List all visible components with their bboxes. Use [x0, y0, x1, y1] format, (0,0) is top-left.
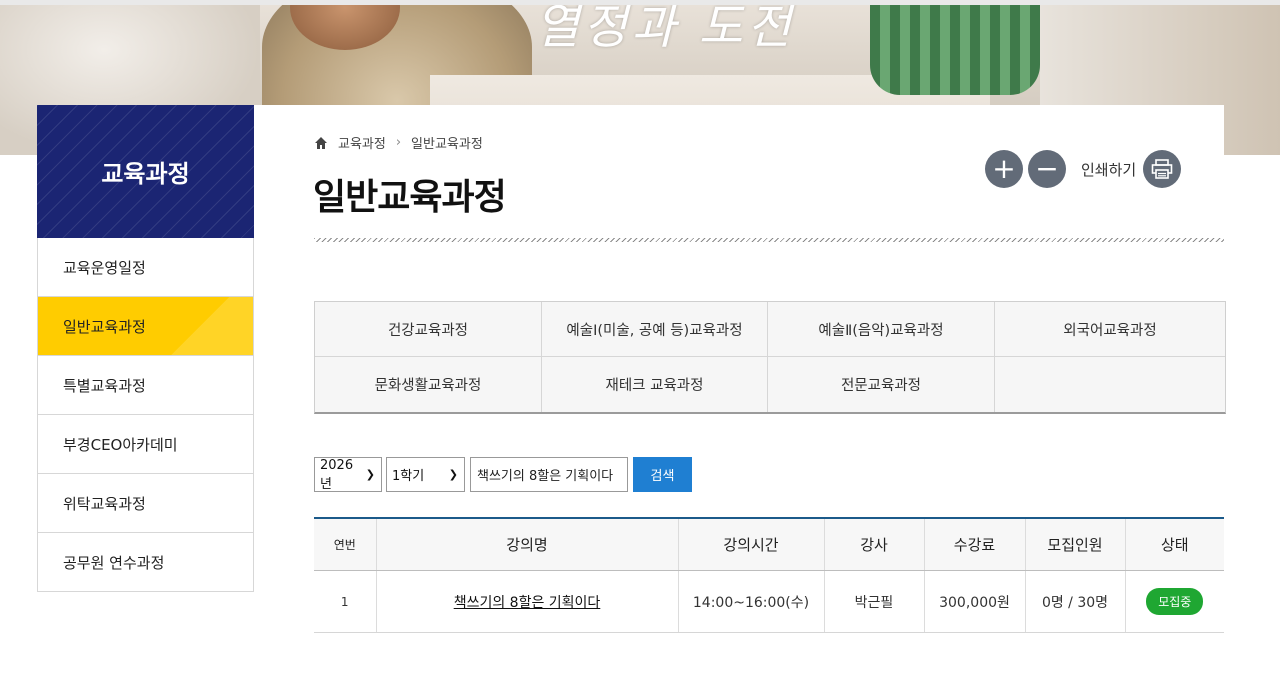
sidebar-item-ceo-academy[interactable]: 부경CEO아카데미	[38, 414, 253, 473]
print-label[interactable]: 인쇄하기	[1081, 159, 1136, 180]
year-select-value: 2026년	[320, 457, 354, 492]
sidebar-item-general-course[interactable]: 일반교육과정	[38, 296, 253, 355]
sidebar: 교육과정 교육운영일정 일반교육과정 특별교육과정 부경CEO아카데미 위탁교육…	[37, 105, 254, 592]
col-header-capacity: 모집인원	[1024, 518, 1125, 571]
table-row: 1 책쓰기의 8할은 기획이다 14:00~16:00(수) 박근필 300,0…	[314, 570, 1224, 633]
tab-professional[interactable]: 전문교육과정	[768, 357, 995, 412]
cell-name: 책쓰기의 8할은 기획이다	[375, 570, 678, 633]
col-header-name: 강의명	[375, 518, 678, 571]
chevron-down-icon: ❯	[448, 468, 458, 481]
zoom-in-button[interactable]: +	[985, 150, 1023, 188]
banner-script-text: 열정과 도전	[535, 5, 796, 55]
col-header-status: 상태	[1124, 518, 1224, 571]
sidebar-item-special-course[interactable]: 특별교육과정	[38, 355, 253, 414]
term-select[interactable]: 1학기 ❯	[386, 457, 465, 492]
cell-fee: 300,000원	[923, 570, 1025, 633]
page-tools: + − 인쇄하기	[985, 150, 1182, 188]
title-divider	[314, 238, 1224, 242]
cell-capacity: 0명 / 30명	[1024, 570, 1125, 633]
table-header-row: 연번 강의명 강의시간 강사 수강료 모집인원 상태	[314, 518, 1224, 571]
cell-status: 모집중	[1124, 570, 1224, 633]
chevron-right-icon: ›	[395, 135, 402, 150]
category-tabs: 건강교육과정 예술Ⅰ(미술, 공예 등)교육과정 예술Ⅱ(음악)교육과정 외국어…	[314, 301, 1226, 414]
chevron-down-icon: ❯	[365, 468, 375, 481]
tab-empty	[995, 357, 1225, 412]
col-header-no: 연번	[314, 518, 376, 571]
sidebar-title: 교육과정	[37, 105, 254, 238]
cell-time: 14:00~16:00(수)	[677, 570, 824, 633]
tab-finance[interactable]: 재테크 교육과정	[542, 357, 768, 412]
tab-art1[interactable]: 예술Ⅰ(미술, 공예 등)교육과정	[542, 302, 768, 357]
col-header-fee: 수강료	[923, 518, 1025, 571]
sidebar-item-civil-servant-course[interactable]: 공무원 연수과정	[38, 532, 253, 591]
term-select-value: 1학기	[392, 469, 425, 484]
sidebar-menu: 교육운영일정 일반교육과정 특별교육과정 부경CEO아카데미 위탁교육과정 공무…	[37, 238, 254, 592]
status-badge: 모집중	[1146, 588, 1204, 615]
sidebar-item-schedule[interactable]: 교육운영일정	[38, 238, 253, 296]
year-select[interactable]: 2026년 ❯	[314, 457, 382, 492]
search-bar: 2026년 ❯ 1학기 ❯ 검색	[314, 457, 692, 492]
course-link[interactable]: 책쓰기의 8할은 기획이다	[454, 595, 601, 611]
cell-no: 1	[314, 570, 376, 633]
cell-instructor: 박근필	[823, 570, 924, 633]
breadcrumb-item-current[interactable]: 일반교육과정	[411, 133, 483, 152]
page-title: 일반교육과정	[313, 177, 507, 218]
tab-culture[interactable]: 문화생활교육과정	[315, 357, 542, 412]
col-header-time: 강의시간	[677, 518, 824, 571]
print-button[interactable]	[1143, 150, 1182, 188]
tab-foreign-language[interactable]: 외국어교육과정	[995, 302, 1225, 357]
home-icon[interactable]	[314, 136, 328, 150]
search-button[interactable]: 검색	[633, 457, 692, 492]
breadcrumb-item[interactable]: 교육과정	[338, 133, 386, 152]
search-input[interactable]	[470, 457, 628, 492]
breadcrumb: 교육과정 › 일반교육과정	[314, 133, 483, 152]
tab-art2[interactable]: 예술Ⅱ(음악)교육과정	[768, 302, 995, 357]
sidebar-item-commissioned-course[interactable]: 위탁교육과정	[38, 473, 253, 532]
printer-icon	[1151, 159, 1173, 179]
course-table: 연번 강의명 강의시간 강사 수강료 모집인원 상태 1 책쓰기의 8할은 기획…	[314, 517, 1224, 633]
tab-health[interactable]: 건강교육과정	[315, 302, 542, 357]
col-header-instructor: 강사	[823, 518, 924, 571]
zoom-out-button[interactable]: −	[1028, 150, 1066, 188]
